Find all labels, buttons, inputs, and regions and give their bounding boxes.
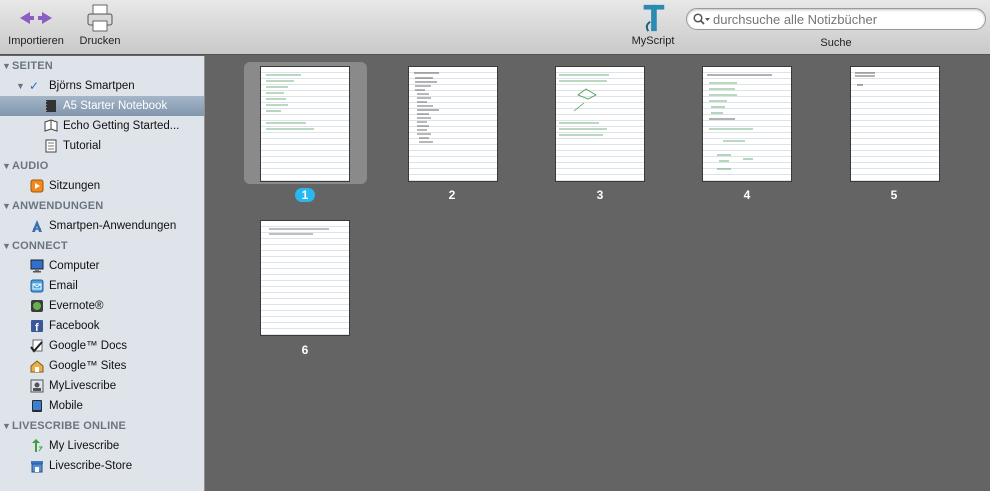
page-thumbnail[interactable] [408,66,498,182]
sync-arrows-icon [32,439,43,452]
sidebar-item-my-livescribe[interactable]: My Livescribe [0,436,204,456]
page-thumbnail[interactable] [260,220,350,336]
page-thumbnail[interactable] [555,66,645,182]
evernote-icon [31,300,43,312]
sidebar-item-smartpen[interactable]: ▼ ✓ Björns Smartpen [0,76,204,96]
disclosure-triangle-icon[interactable]: ▼ [2,196,12,216]
facebook-icon: f [31,320,43,333]
import-icon [20,12,52,24]
svg-text:f: f [35,322,39,333]
sidebar: ▼SEITEN ▼ ✓ Björns Smartpen A5 Starter N… [0,56,205,491]
sidebar-item-mobile[interactable]: Mobile [0,396,204,416]
disclosure-triangle-icon[interactable]: ▼ [2,156,12,176]
sidebar-item-computer[interactable]: Computer [0,256,204,276]
google-sites-icon [30,360,44,373]
sidebar-item-sitzungen[interactable]: Sitzungen [0,176,204,196]
page-number[interactable]: 3 [585,188,615,202]
disclosure-triangle-icon[interactable]: ▼ [2,56,12,76]
sidebar-item-mylivescribe[interactable]: MyLivescribe [0,376,204,396]
app-store-icon [32,220,42,232]
notebook-icon [45,100,56,112]
page-thumbnail[interactable] [850,66,940,182]
sidebar-item-google-docs[interactable]: Google™ Docs [0,336,204,356]
document-icon [45,139,57,153]
sidebar-item-email[interactable]: Email [0,276,204,296]
sidebar-item-smartpen-anwendungen[interactable]: Smartpen-Anwendungen [0,216,204,236]
mylivescribe-icon [30,379,44,393]
handwriting-scribble [266,74,314,130]
handwriting-scribble [707,74,772,170]
page-number[interactable]: 6 [290,343,320,357]
printer-icon [87,4,113,32]
search-icon [693,13,710,25]
page-thumbnail[interactable] [260,66,350,182]
import-button[interactable]: Importieren [3,3,69,47]
open-book-icon [44,119,58,132]
print-button[interactable]: Drucken [74,3,126,47]
store-icon [31,461,43,473]
search-label: Suche [820,37,852,49]
myscript-icon [643,4,665,32]
page-thumbnail[interactable] [702,66,792,182]
handwriting-scribble [414,72,439,143]
search-input[interactable] [713,11,978,27]
page-number[interactable]: 2 [437,188,467,202]
toolbar: Importieren Drucken MyScript Suche [0,0,990,55]
page-number[interactable]: 5 [879,188,909,202]
checkmark-icon: ✓ [29,79,40,93]
print-label: Drucken [79,35,121,47]
computer-icon [30,259,44,273]
section-anwendungen[interactable]: ▼ANWENDUNGEN [0,196,204,216]
handwriting-scribble [559,74,609,136]
myscript-button[interactable]: MyScript [626,3,680,47]
handwriting-scribble [269,228,329,235]
section-seiten[interactable]: ▼SEITEN [0,56,204,76]
section-livescribe-online[interactable]: ▼LIVESCRIBE ONLINE [0,416,204,436]
sidebar-item-a5-starter-notebook[interactable]: A5 Starter Notebook [0,96,204,116]
import-label: Importieren [8,35,64,47]
handwriting-scribble [855,72,875,86]
audio-session-icon [30,179,44,193]
sidebar-item-livescribe-store[interactable]: Livescribe-Store [0,456,204,476]
page-number-selected[interactable]: 1 [295,188,315,202]
sidebar-item-google-sites[interactable]: Google™ Sites [0,356,204,376]
sidebar-item-evernote[interactable]: Evernote® [0,296,204,316]
google-docs-icon [30,339,43,353]
search-field[interactable] [686,8,986,30]
mobile-icon [32,400,42,412]
section-audio[interactable]: ▼AUDIO [0,156,204,176]
sidebar-item-echo-getting-started[interactable]: Echo Getting Started... [0,116,204,136]
myscript-label: MyScript [631,35,675,47]
section-connect[interactable]: ▼CONNECT [0,236,204,256]
disclosure-triangle-icon[interactable]: ▼ [16,76,25,96]
disclosure-triangle-icon[interactable]: ▼ [2,236,12,256]
sidebar-item-tutorial[interactable]: Tutorial [0,136,204,156]
sidebar-item-facebook[interactable]: f Facebook [0,316,204,336]
disclosure-triangle-icon[interactable]: ▼ [2,416,12,436]
email-icon [30,279,44,293]
page-number[interactable]: 4 [732,188,762,202]
